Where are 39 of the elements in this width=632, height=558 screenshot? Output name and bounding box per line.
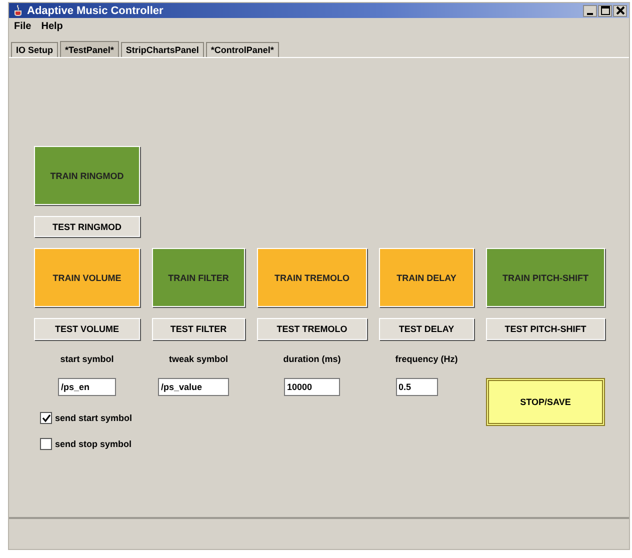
input-field[interactable]: /ps_en bbox=[58, 378, 116, 396]
train-button[interactable]: TRAIN TREMOLO bbox=[257, 248, 367, 307]
window-title: Adaptive Music Controller bbox=[27, 4, 164, 16]
train-button[interactable]: TRAIN PITCH-SHIFT bbox=[486, 248, 605, 307]
field-label: tweak symbol bbox=[168, 354, 230, 364]
test-button[interactable]: TEST PITCH-SHIFT bbox=[486, 318, 605, 340]
field-label: duration (ms) bbox=[282, 354, 342, 364]
field-label: frequency (Hz) bbox=[394, 354, 459, 364]
close-button[interactable] bbox=[613, 4, 627, 16]
test-button[interactable]: TEST DELAY bbox=[379, 318, 474, 340]
input-field[interactable]: 0.5 bbox=[396, 378, 438, 396]
input-field[interactable]: /ps_value bbox=[158, 378, 229, 396]
test-button[interactable]: TEST RINGMOD bbox=[34, 216, 140, 237]
menu-item[interactable]: File bbox=[14, 21, 32, 34]
field-label: start symbol bbox=[59, 354, 115, 364]
train-button[interactable]: TRAIN VOLUME bbox=[34, 248, 140, 307]
train-button[interactable]: TRAIN FILTER bbox=[152, 248, 245, 307]
minimize-button[interactable] bbox=[583, 4, 597, 16]
maximize-icon bbox=[600, 6, 610, 15]
checkbox-label: send stop symbol bbox=[55, 439, 132, 449]
maximize-button[interactable] bbox=[598, 4, 612, 16]
checkbox-label: send start symbol bbox=[55, 413, 132, 423]
tab[interactable]: *TestPanel* bbox=[60, 41, 119, 57]
checkbox[interactable] bbox=[40, 438, 52, 450]
train-button[interactable]: TRAIN DELAY bbox=[379, 248, 474, 307]
tab[interactable]: IO Setup bbox=[11, 42, 58, 57]
checkbox[interactable] bbox=[40, 412, 52, 424]
tab[interactable]: *ControlPanel* bbox=[206, 42, 279, 57]
test-button[interactable]: TEST FILTER bbox=[152, 318, 245, 340]
cup-icon bbox=[13, 4, 23, 16]
menu-item[interactable]: Help bbox=[41, 21, 63, 34]
test-button[interactable]: TEST TREMOLO bbox=[257, 318, 367, 340]
input-field[interactable]: 10000 bbox=[284, 378, 340, 396]
test-button[interactable]: TEST VOLUME bbox=[34, 318, 140, 340]
stop-save-button[interactable]: STOP/SAVE bbox=[486, 378, 605, 426]
minimize-icon bbox=[587, 12, 593, 14]
train-button[interactable]: TRAIN RINGMOD bbox=[34, 146, 140, 205]
tab[interactable]: StripChartsPanel bbox=[120, 42, 204, 57]
close-icon bbox=[616, 6, 624, 15]
